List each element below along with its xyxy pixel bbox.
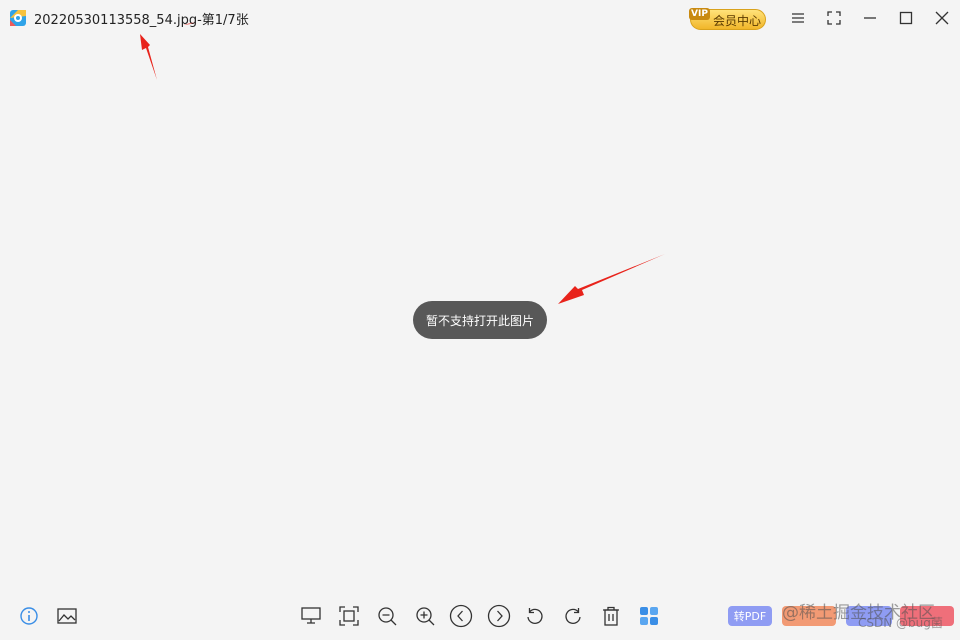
delete-icon [603,606,619,626]
close-icon [935,11,949,25]
menu-icon [792,13,804,23]
maximize-icon [899,11,913,25]
zoom-out-icon [378,607,397,626]
rotate-right-icon [565,608,581,625]
previous-icon [449,604,473,628]
slideshow-button[interactable] [298,603,324,629]
info-icon [20,607,38,625]
next-icon [487,604,511,628]
info-button[interactable] [16,603,42,629]
unsupported-image-toast: 暂不支持打开此图片 [413,301,547,339]
image-view-button[interactable] [54,603,80,629]
fullscreen-button[interactable] [820,6,848,30]
window-title: 20220530113558_54.jpg-第1/7张 [34,13,249,28]
fit-screen-icon [339,606,359,626]
delete-button[interactable] [598,603,624,629]
close-button[interactable] [928,6,956,30]
arrow-to-toast [558,254,665,304]
fit-screen-button[interactable] [336,603,362,629]
rotate-right-button[interactable] [560,603,586,629]
minimize-icon [864,17,876,19]
vip-center-button[interactable]: VIP 会员中心 [689,8,766,30]
convert-to-pdf-button[interactable]: 转PDF [728,606,772,626]
zoom-in-icon [416,607,435,626]
app-logo-icon [10,10,26,26]
title-bar: 20220530113558_54.jpg-第1/7张 VIP 会员中心 [0,0,960,36]
menu-button[interactable] [784,6,812,30]
next-button[interactable] [486,603,512,629]
vip-badge: VIP [689,8,710,20]
csdn-watermark: CSDN @bug菌 [858,616,943,630]
rotate-left-icon [527,608,543,625]
arrow-to-title [140,34,157,80]
rotate-left-button[interactable] [522,603,548,629]
vip-center-label: 会员中心 [713,14,762,28]
previous-button[interactable] [448,603,474,629]
maximize-button[interactable] [892,6,920,30]
fullscreen-icon [827,11,841,25]
monitor-icon [301,607,321,624]
minimize-button[interactable] [856,6,884,30]
image-icon [57,608,77,624]
zoom-out-button[interactable] [374,603,400,629]
zoom-in-button[interactable] [412,603,438,629]
grid-icon [640,607,658,625]
thumbnail-grid-button[interactable] [636,603,662,629]
